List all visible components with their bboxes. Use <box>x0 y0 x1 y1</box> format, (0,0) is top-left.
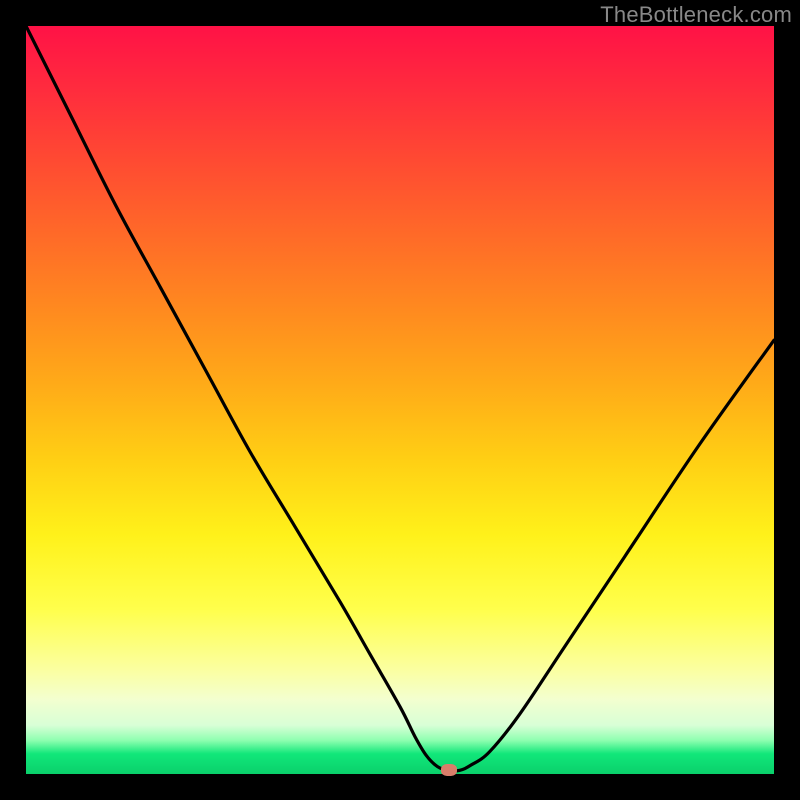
plot-area <box>26 26 774 774</box>
bottleneck-curve <box>26 26 774 771</box>
watermark-text: TheBottleneck.com <box>600 2 792 28</box>
curve-svg <box>26 26 774 774</box>
chart-frame: TheBottleneck.com <box>0 0 800 800</box>
optimal-point-marker <box>441 764 457 776</box>
